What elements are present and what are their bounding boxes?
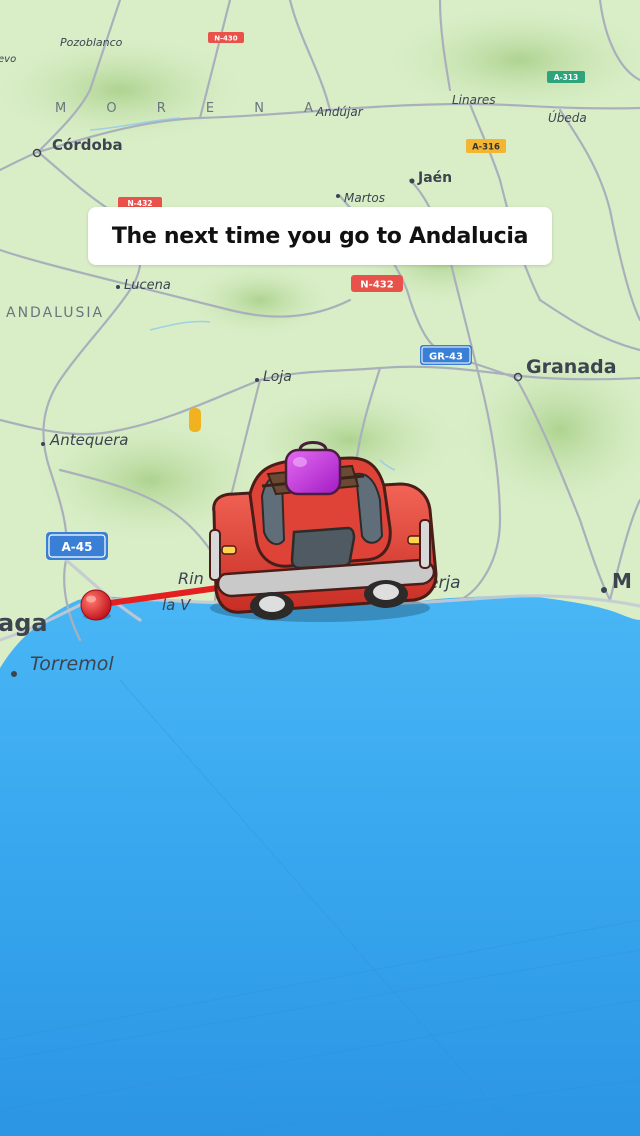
label-linares[interactable]: Linares <box>452 93 496 107</box>
label-sierra-morena: M O R E N A <box>55 101 331 116</box>
svg-text:N-432: N-432 <box>360 280 393 291</box>
shield-gr43: GR-43 <box>420 345 472 365</box>
label-antequera[interactable]: Antequera <box>49 431 129 449</box>
shield-n430: N-430 <box>208 32 244 43</box>
label-torremolinos[interactable]: Torremol <box>30 653 114 675</box>
poi-marker[interactable] <box>189 408 201 432</box>
label-ubeda[interactable]: Úbeda <box>548 110 587 125</box>
label-far-left: evo <box>0 54 16 65</box>
shield-n432: N-432 <box>351 275 403 292</box>
caption-banner: The next time you go to Andalucia <box>88 207 552 265</box>
route-start-pin[interactable] <box>80 589 112 621</box>
svg-text:GR-43: GR-43 <box>429 352 463 363</box>
svg-text:A-316: A-316 <box>472 143 500 153</box>
shield-a45: A-45 <box>46 532 108 560</box>
label-malaga[interactable]: aga <box>0 609 48 637</box>
shield-a313: A-313 <box>547 71 585 83</box>
label-loja[interactable]: Loja <box>263 369 292 385</box>
luggage-icon <box>284 441 342 496</box>
svg-text:A-313: A-313 <box>554 73 579 82</box>
label-cordoba[interactable]: Córdoba <box>52 136 123 154</box>
label-andalusia: ANDALUSIA <box>6 305 104 321</box>
label-martos[interactable]: Martos <box>344 191 385 205</box>
svg-text:A-45: A-45 <box>62 540 93 554</box>
map-view[interactable]: M O R E N A ANDALUSIA Pozoblanco evo Cór… <box>0 0 640 1136</box>
label-jaen[interactable]: Jaén <box>417 170 452 186</box>
label-lucena[interactable]: Lucena <box>124 278 171 293</box>
label-granada[interactable]: Granada <box>526 356 617 378</box>
label-andujar[interactable]: Andújar <box>315 105 364 119</box>
map-canvas[interactable]: M O R E N A ANDALUSIA Pozoblanco evo Cór… <box>0 0 640 1136</box>
label-motril[interactable]: M <box>612 569 632 593</box>
label-rincon[interactable]: Rin <box>178 569 204 588</box>
svg-text:N-430: N-430 <box>214 35 238 43</box>
label-pozoblanco[interactable]: Pozoblanco <box>60 36 123 49</box>
label-la-vinuela[interactable]: la V <box>162 596 192 614</box>
shield-a316: A-316 <box>466 139 506 153</box>
